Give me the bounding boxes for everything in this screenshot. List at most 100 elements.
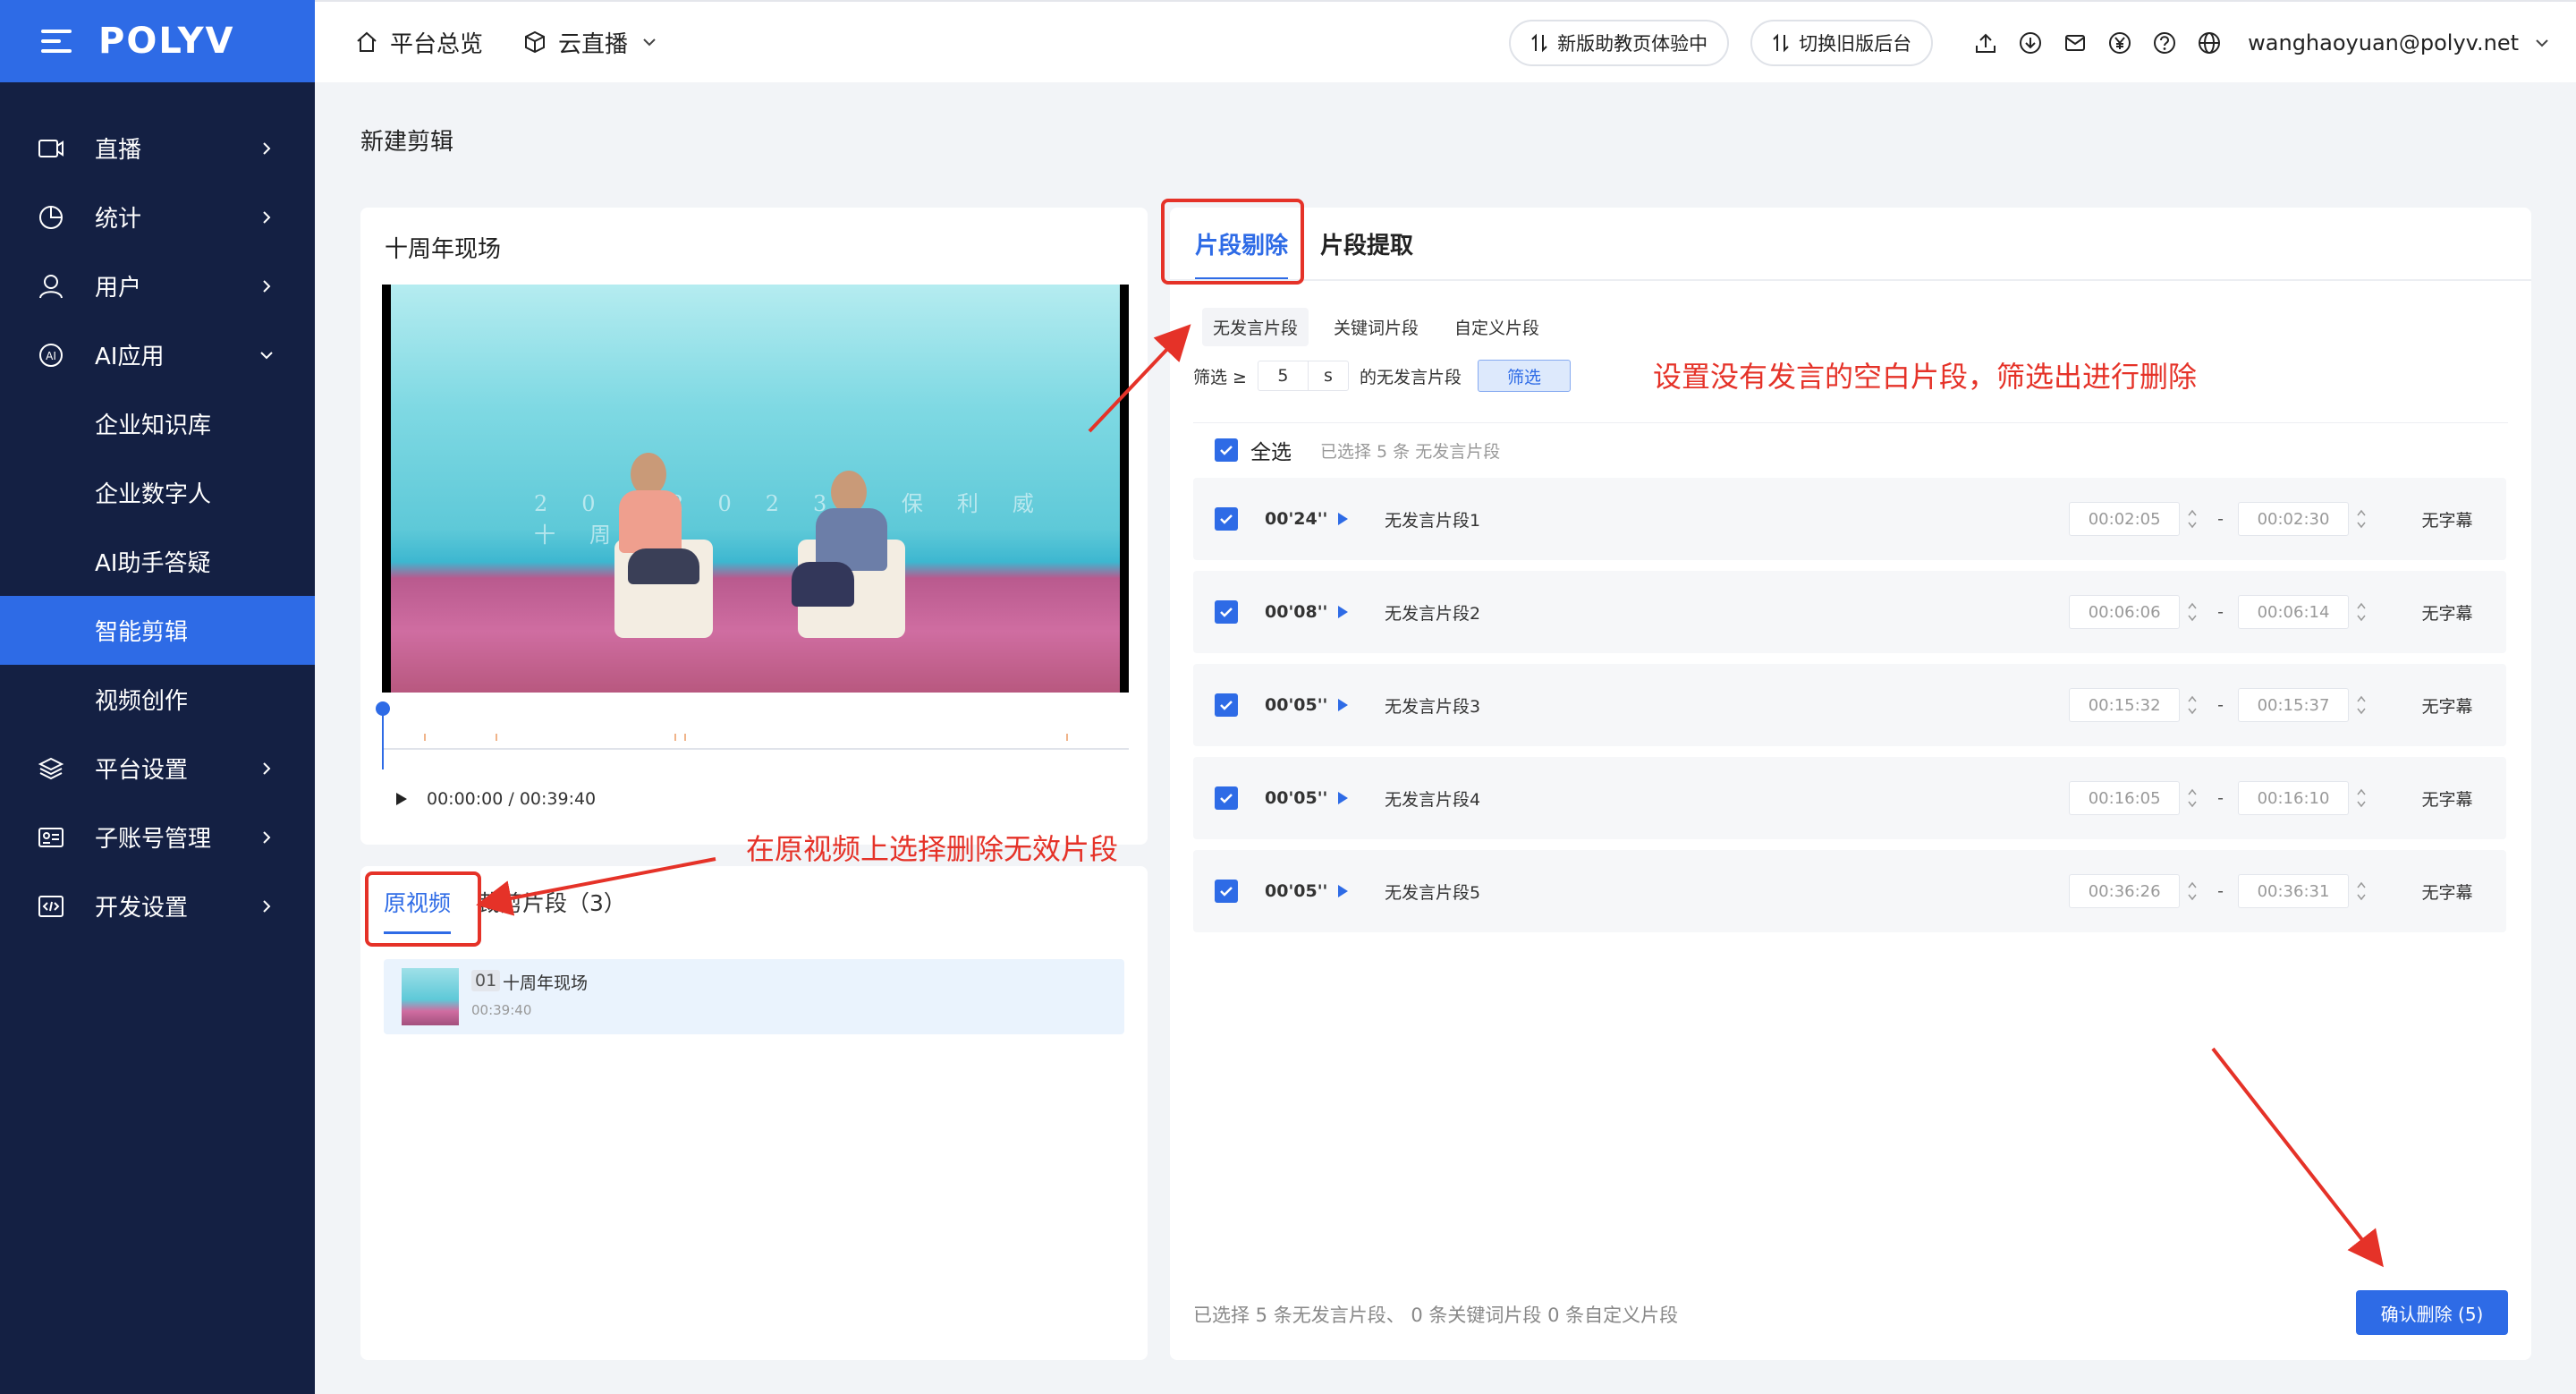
cube-icon [525,30,546,54]
stepper-icon[interactable] [2182,688,2203,722]
sidebar-item-digital-human[interactable]: 企业数字人 [0,458,315,527]
sidebar-item-dev-settings[interactable]: 开发设置 [0,871,315,940]
sidebar-item-stats[interactable]: 统计 [0,183,315,251]
end-time-input[interactable]: 00:15:37 [2238,688,2349,722]
logo: POLYV [98,21,235,62]
stepper-icon[interactable] [2351,874,2372,908]
live-camera-icon [36,133,66,164]
start-time-input[interactable]: 00:02:05 [2069,502,2181,536]
play-icon[interactable] [1336,884,1349,898]
filter-prefix: 筛选 ≥ [1193,367,1247,387]
check-icon [1220,701,1233,710]
video-title: 十周年现场 [385,236,502,263]
play-icon[interactable] [1336,791,1349,805]
segment-row: 00'05'' 无发言片段4 00:16:05 - 00:16:10 无字幕 [1193,757,2506,839]
menu-icon[interactable] [41,30,72,53]
chevron-right-icon [258,897,275,915]
sidebar-item-users[interactable]: 用户 [0,251,315,320]
end-time-input[interactable]: 00:36:31 [2238,874,2349,908]
globe-icon[interactable] [2196,30,2223,56]
upload-icon[interactable] [1972,30,1999,56]
range-dash: - [2217,695,2224,715]
start-time-input[interactable]: 00:06:06 [2069,595,2181,629]
check-icon [1220,608,1233,617]
subtitle-status: 无字幕 [2421,696,2473,717]
tab-cut-clips[interactable]: 裁剪片段（3） [478,886,626,918]
segment-duration: 00'05'' [1265,788,1328,808]
stepper-icon[interactable] [2182,781,2203,815]
sidebar-item-label: 视频创作 [95,688,189,715]
clip-name: 十周年现场 [503,973,589,993]
stepper-icon[interactable] [2182,595,2203,629]
subtab-custom[interactable]: 自定义片段 [1444,308,1550,346]
sidebar-item-sub-accounts[interactable]: 子账号管理 [0,803,315,871]
video-player[interactable]: 20 2023 保利威十周 [382,285,1129,693]
sidebar-item-label: 企业知识库 [95,412,212,439]
stepper-icon[interactable] [2351,595,2372,629]
segment-checkbox[interactable] [1215,600,1238,624]
selected-hint: 已选择 5 条 无发言片段 [1320,441,1501,462]
confirm-delete-button[interactable]: 确认删除 (5) [2356,1290,2508,1335]
yuan-icon[interactable] [2106,30,2133,56]
start-time-input[interactable]: 00:16:05 [2069,781,2181,815]
sidebar-item-label: 开发设置 [95,895,189,922]
switch-icon [1773,33,1789,53]
chevron-down-icon[interactable] [2535,38,2549,47]
filter-button[interactable]: 筛选 [1477,360,1571,392]
clip-list-item[interactable]: 01 十周年现场 00:39:40 [384,959,1124,1034]
check-icon [1220,794,1233,803]
subtab-silent[interactable]: 无发言片段 [1202,308,1309,346]
play-icon[interactable] [1336,512,1349,526]
new-assistant-button[interactable]: 新版助教页体验中 [1509,20,1730,66]
start-time-input[interactable]: 00:36:26 [2069,874,2181,908]
subtab-keyword[interactable]: 关键词片段 [1323,308,1429,346]
start-time-input[interactable]: 00:15:32 [2069,688,2181,722]
cloud-live-dropdown[interactable]: 云直播 [522,26,667,59]
user-icon [36,271,66,302]
tab-segment-extract[interactable]: 片段提取 [1320,227,1413,260]
switch-old-button[interactable]: 切换旧版后台 [1750,20,1934,66]
video-timeline[interactable] [376,701,1129,769]
play-icon[interactable] [1336,698,1349,712]
help-icon[interactable] [2151,30,2178,56]
stepper-icon[interactable] [2351,688,2372,722]
mail-icon[interactable] [2062,30,2089,56]
sidebar-item-ai[interactable]: AI AI应用 [0,320,315,389]
min-duration-input[interactable]: 5 s [1257,361,1349,391]
sidebar-item-label: AI助手答疑 [95,550,211,577]
segment-checkbox[interactable] [1215,693,1238,717]
sidebar-item-live[interactable]: 直播 [0,114,315,183]
end-time-input[interactable]: 00:02:30 [2238,502,2349,536]
segment-name: 无发言片段1 [1385,510,1481,531]
platform-overview-link[interactable]: 平台总览 [354,26,483,59]
sidebar-item-platform-settings[interactable]: 平台设置 [0,734,315,803]
home-icon [357,31,377,52]
sidebar-item-knowledge-base[interactable]: 企业知识库 [0,389,315,458]
end-time-input[interactable]: 00:06:14 [2238,595,2349,629]
min-duration-value: 5 [1258,361,1309,391]
stepper-icon[interactable] [2351,502,2372,536]
range-dash: - [2217,881,2224,901]
segment-checkbox[interactable] [1215,786,1238,810]
segment-checkbox[interactable] [1215,880,1238,903]
sidebar-item-smart-edit[interactable]: 智能剪辑 [0,596,315,665]
stepper-icon[interactable] [2182,874,2203,908]
chevron-right-icon [258,829,275,846]
account-email[interactable]: wanghaoyuan@polyv.net [2248,30,2519,55]
stepper-icon[interactable] [2351,781,2372,815]
sidebar-item-ai-assistant[interactable]: AI助手答疑 [0,527,315,596]
segment-name: 无发言片段4 [1385,789,1481,810]
stepper-icon[interactable] [2182,502,2203,536]
sidebar-item-video-creation[interactable]: 视频创作 [0,665,315,734]
subtitle-status: 无字幕 [2421,789,2473,810]
play-icon[interactable] [1336,605,1349,619]
segment-checkbox[interactable] [1215,507,1238,531]
speaker-left-legs [628,548,699,584]
select-all-checkbox[interactable] [1215,438,1238,462]
playhead[interactable] [376,701,390,769]
end-time-input[interactable]: 00:16:10 [2238,781,2349,815]
download-icon[interactable] [2017,30,2044,56]
play-icon[interactable] [394,791,409,807]
playback-time: 00:00:00 / 00:39:40 [427,789,597,809]
check-icon [1220,887,1233,897]
